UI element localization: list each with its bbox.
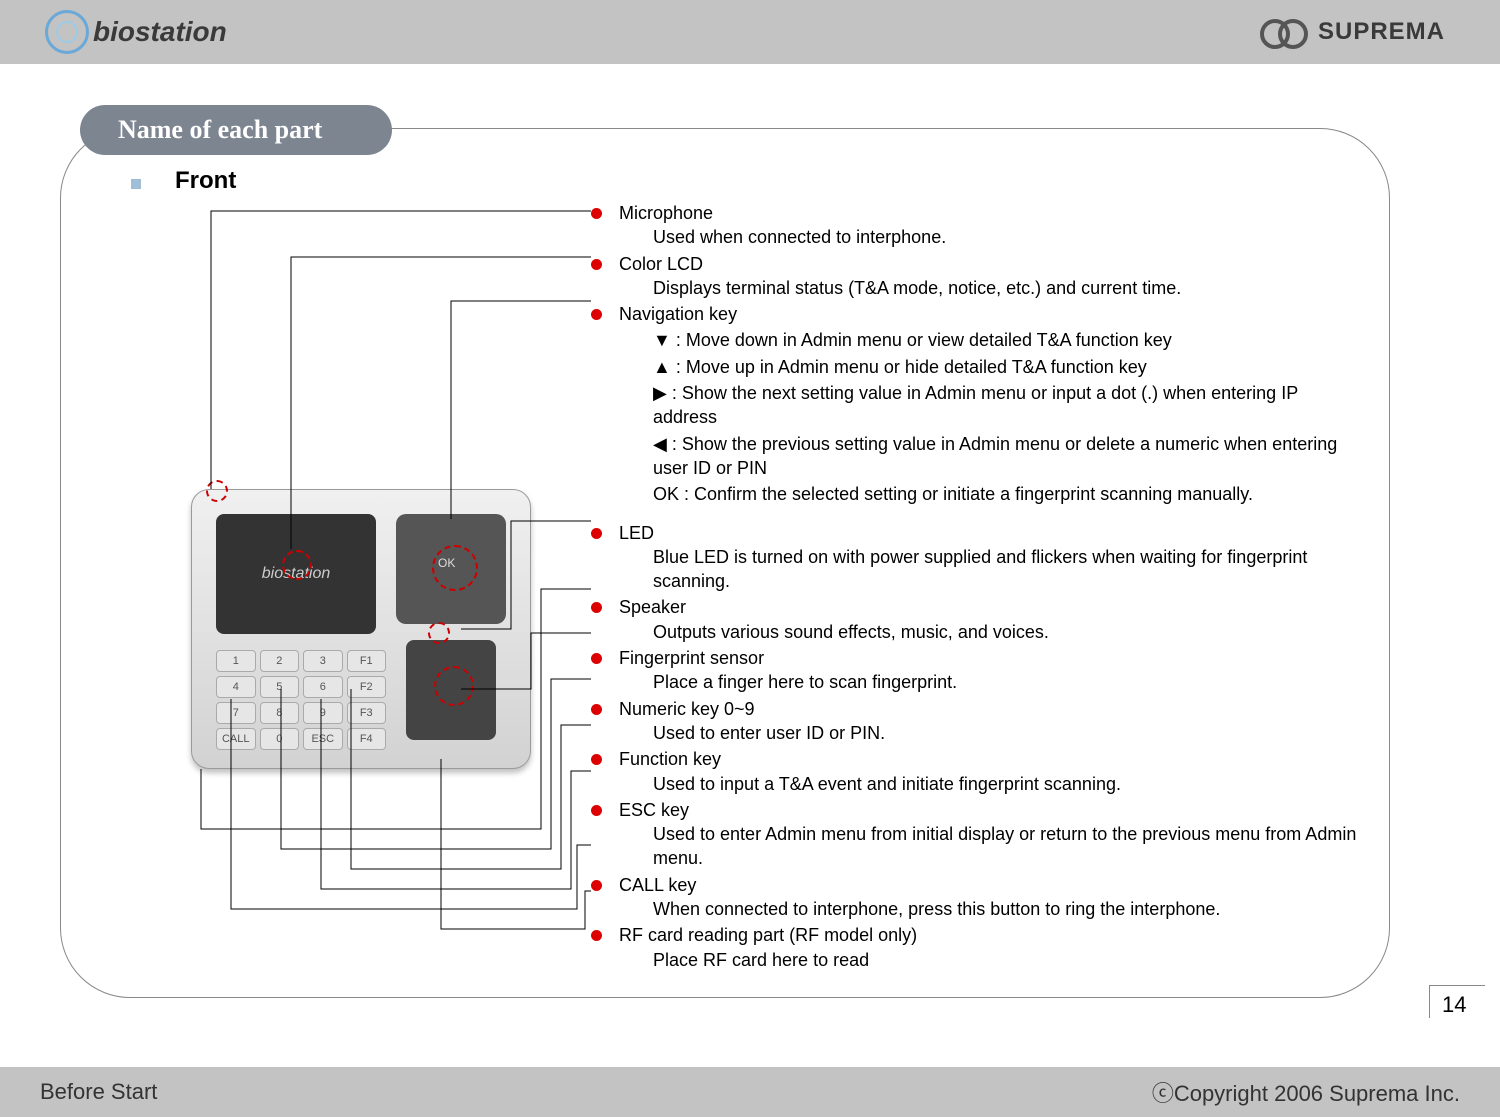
page-number: 14 (1429, 985, 1485, 1018)
callout-function-key: Function key Used to input a T&A event a… (591, 747, 1361, 796)
infinity-icon (1260, 19, 1308, 45)
callout-desc: Used to input a T&A event and initiate f… (619, 772, 1361, 796)
key: F1 (347, 650, 387, 672)
subheading-front: Front (175, 167, 236, 195)
callout-numeric-key: Numeric key 0~9 Used to enter user ID or… (591, 697, 1361, 746)
device-keypad: 1 2 3 F1 4 5 6 F2 7 8 9 F3 CALL 0 ESC F4 (216, 650, 386, 750)
callout-label: ESC key (619, 800, 689, 820)
callout-speaker: Speaker Outputs various sound effects, m… (591, 595, 1361, 644)
marker-mic (206, 480, 228, 502)
callout-fingerprint-sensor: Fingerprint sensor Place a finger here t… (591, 646, 1361, 695)
footer-right: ⓒCopyright 2006 Suprema Inc. (1152, 1076, 1460, 1108)
marker-fp (434, 666, 474, 706)
callout-label: CALL key (619, 875, 696, 895)
nav-up: ▲ : Move up in Admin menu or hide detail… (619, 355, 1361, 379)
red-dot-icon (591, 259, 602, 270)
red-dot-icon (591, 754, 602, 765)
callout-label: Microphone (619, 203, 713, 223)
red-dot-icon (591, 653, 602, 664)
callout-label: Color LCD (619, 254, 703, 274)
key: ESC (303, 728, 343, 750)
nav-right: ▶ : Show the next setting value in Admin… (619, 381, 1361, 430)
callout-led: LED Blue LED is turned on with power sup… (591, 521, 1361, 594)
callout-desc: Place RF card here to read (619, 948, 1361, 972)
callout-label: Fingerprint sensor (619, 648, 764, 668)
key: F2 (347, 676, 387, 698)
callout-rf-card: RF card reading part (RF model only) Pla… (591, 923, 1361, 972)
marker-lcd (282, 550, 312, 580)
callout-label: Speaker (619, 597, 686, 617)
key: 1 (216, 650, 256, 672)
key: 7 (216, 702, 256, 724)
callout-list: Microphone Used when connected to interp… (591, 201, 1361, 974)
key: 5 (260, 676, 300, 698)
callout-desc: Blue LED is turned on with power supplie… (619, 545, 1361, 594)
callout-label: LED (619, 523, 654, 543)
swirl-icon (45, 10, 89, 54)
callout-esc-key: ESC key Used to enter Admin menu from in… (591, 798, 1361, 871)
red-dot-icon (591, 805, 602, 816)
callout-desc: Outputs various sound effects, music, an… (619, 620, 1361, 644)
callout-desc: Place a finger here to scan fingerprint. (619, 670, 1361, 694)
key: 9 (303, 702, 343, 724)
callout-label: RF card reading part (RF model only) (619, 925, 917, 945)
content-frame: Front biostation 1 2 3 F1 4 5 6 F2 7 8 9… (60, 128, 1390, 998)
red-dot-icon (591, 704, 602, 715)
callout-call-key: CALL key When connected to interphone, p… (591, 873, 1361, 922)
red-dot-icon (591, 880, 602, 891)
nav-left: ◀ : Show the previous setting value in A… (619, 432, 1361, 481)
key: F4 (347, 728, 387, 750)
suprema-logo: SUPREMA (1260, 18, 1445, 46)
key: 4 (216, 676, 256, 698)
footer-left: Before Start (40, 1079, 157, 1105)
key: 3 (303, 650, 343, 672)
callout-desc: Used to enter user ID or PIN. (619, 721, 1361, 745)
nav-down: ▼ : Move down in Admin menu or view deta… (619, 328, 1361, 352)
callout-desc: When connected to interphone, press this… (619, 897, 1361, 921)
callout-desc: Used to enter Admin menu from initial di… (619, 822, 1361, 871)
key: 8 (260, 702, 300, 724)
callout-navigation-key: Navigation key ▼ : Move down in Admin me… (591, 302, 1361, 506)
marker-led (428, 622, 450, 644)
callout-desc: Displays terminal status (T&A mode, noti… (619, 276, 1361, 300)
red-dot-icon (591, 602, 602, 613)
red-dot-icon (591, 930, 602, 941)
page-footer: Before Start ⓒCopyright 2006 Suprema Inc… (0, 1067, 1500, 1117)
page-header: biostation SUPREMA (0, 0, 1500, 64)
key: F3 (347, 702, 387, 724)
key: CALL (216, 728, 256, 750)
square-bullet-icon (131, 179, 141, 189)
callout-microphone: Microphone Used when connected to interp… (591, 201, 1361, 250)
key: 2 (260, 650, 300, 672)
brand-text: biostation (93, 16, 227, 48)
section-title: Name of each part (80, 105, 392, 155)
callout-color-lcd: Color LCD Displays terminal status (T&A … (591, 252, 1361, 301)
callout-desc: Used when connected to interphone. (619, 225, 1361, 249)
key: 0 (260, 728, 300, 750)
callout-label: Function key (619, 749, 721, 769)
marker-nav (432, 545, 478, 591)
callout-label: Navigation key (619, 304, 737, 324)
biostation-logo: biostation (45, 10, 227, 54)
red-dot-icon (591, 528, 602, 539)
vendor-text: SUPREMA (1318, 18, 1445, 46)
red-dot-icon (591, 309, 602, 320)
key: 6 (303, 676, 343, 698)
nav-ok: OK : Confirm the selected setting or ini… (619, 482, 1361, 506)
device-illustration: biostation 1 2 3 F1 4 5 6 F2 7 8 9 F3 CA… (191, 489, 531, 769)
red-dot-icon (591, 208, 602, 219)
callout-label: Numeric key 0~9 (619, 699, 755, 719)
